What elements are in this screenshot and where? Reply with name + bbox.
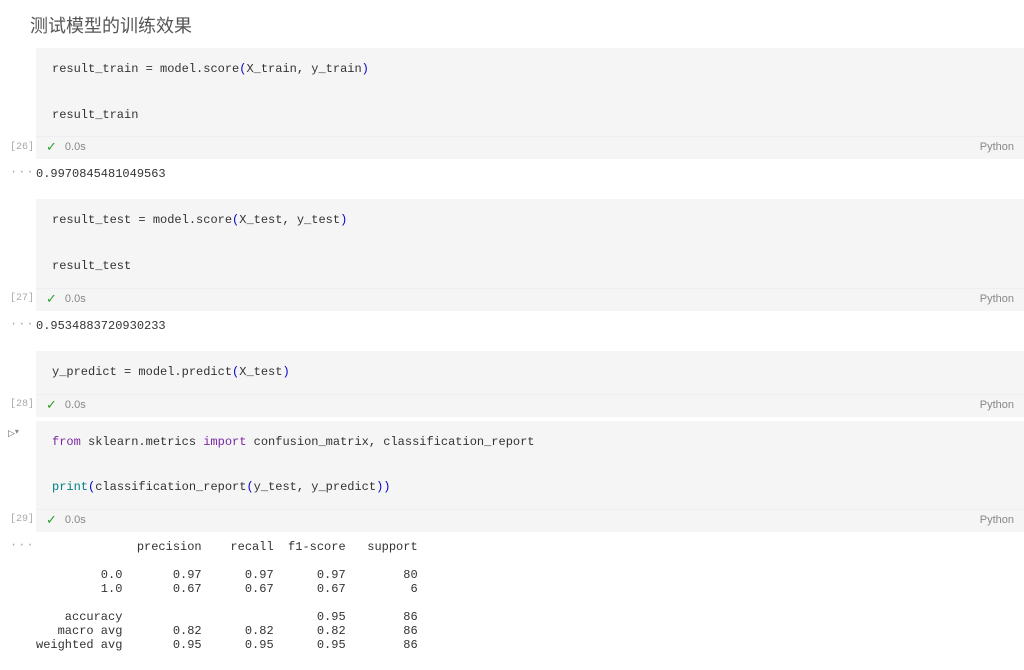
success-check-icon: ✓: [46, 512, 57, 528]
notebook-cell[interactable]: result_train = model.score(X_train, y_tr…: [0, 48, 1024, 195]
execution-count: [26]: [0, 142, 34, 153]
cell-output: ··· precision recall f1-score support 0.…: [36, 532, 1024, 666]
cell-status-bar: [26]✓0.0sPython: [36, 136, 1024, 159]
success-check-icon: ✓: [46, 139, 57, 155]
execution-count: [27]: [0, 293, 34, 304]
output-options-icon[interactable]: ···: [10, 538, 35, 552]
notebook-cell[interactable]: ▷▾ from sklearn.metrics import confusion_…: [0, 421, 1024, 666]
notebook-cell[interactable]: result_test = model.score(X_test, y_test…: [0, 199, 1024, 346]
cell-language-label[interactable]: Python: [980, 399, 1014, 411]
execution-time: 0.0s: [65, 399, 86, 411]
cell-status-bar: [27]✓0.0sPython: [36, 288, 1024, 311]
success-check-icon: ✓: [46, 291, 57, 307]
cell-status-bar: [29]✓0.0sPython: [36, 509, 1024, 532]
cell-language-label[interactable]: Python: [980, 514, 1014, 526]
cell-language-label[interactable]: Python: [980, 293, 1014, 305]
code-editor[interactable]: result_test = model.score(X_test, y_test…: [36, 199, 1024, 287]
execution-count: [28]: [0, 399, 34, 410]
execution-time: 0.0s: [65, 514, 86, 526]
code-editor[interactable]: result_train = model.score(X_train, y_tr…: [36, 48, 1024, 136]
execution-time: 0.0s: [65, 141, 86, 153]
run-cell-button[interactable]: ▷▾: [8, 427, 28, 443]
cell-output: ···0.9534883720930233: [36, 311, 1024, 347]
success-check-icon: ✓: [46, 397, 57, 413]
execution-count: [29]: [0, 514, 34, 525]
cell-language-label[interactable]: Python: [980, 141, 1014, 153]
notebook-cell[interactable]: y_predict = model.predict(X_test)[28] ✓ 0.…: [0, 351, 1024, 417]
cell-status-bar: [28]✓0.0sPython: [36, 394, 1024, 417]
cell-output: ···0.9970845481049563: [36, 159, 1024, 195]
output-options-icon[interactable]: ···: [10, 165, 35, 179]
execution-time: 0.0s: [65, 293, 86, 305]
output-options-icon[interactable]: ···: [10, 317, 35, 331]
code-editor[interactable]: from sklearn.metrics import confusion_ma…: [36, 421, 1024, 509]
section-heading: 测试模型的训练效果: [0, 0, 1024, 48]
code-editor[interactable]: y_predict = model.predict(X_test): [36, 351, 1024, 394]
